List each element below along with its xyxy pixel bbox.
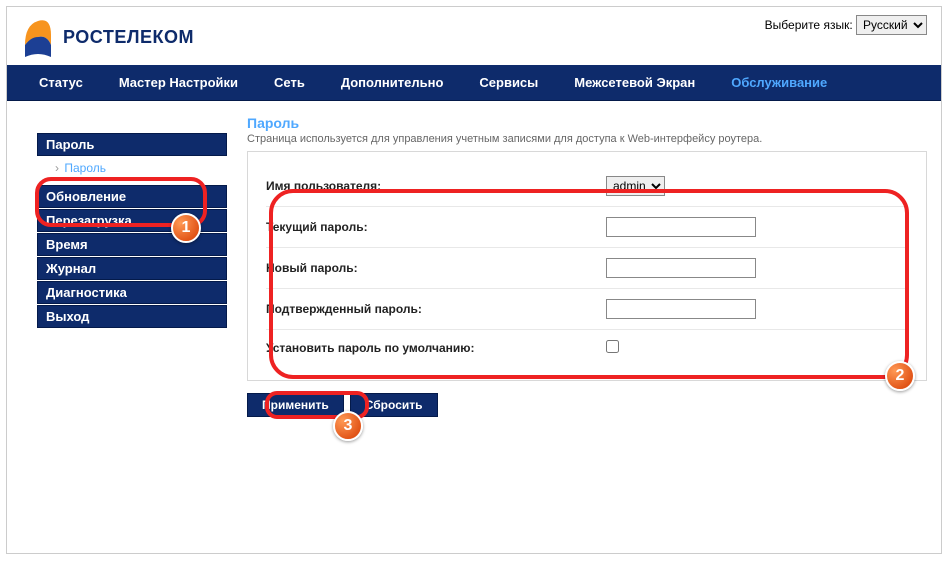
nav-firewall[interactable]: Межсетевой Экран — [556, 65, 713, 100]
nav-services[interactable]: Сервисы — [461, 65, 556, 100]
confirm-password-label: Подтвержденный пароль: — [266, 302, 606, 316]
sidebar-item-time[interactable]: Время — [37, 233, 227, 256]
reset-button[interactable]: Сбросить — [350, 393, 438, 417]
page-title: Пароль — [247, 115, 927, 131]
apply-button[interactable]: Применить — [247, 393, 344, 417]
default-password-label: Установить пароль по умолчанию: — [266, 341, 606, 355]
confirm-password-input[interactable] — [606, 299, 756, 319]
nav-maintenance[interactable]: Обслуживание — [713, 65, 845, 100]
sidebar-item-update[interactable]: Обновление — [37, 185, 227, 208]
new-password-input[interactable] — [606, 258, 756, 278]
nav-advanced[interactable]: Дополнительно — [323, 65, 462, 100]
sidebar-item-log[interactable]: Журнал — [37, 257, 227, 280]
sidebar: Пароль Пароль Обновление Перезагрузка Вр… — [7, 115, 227, 417]
brand-name: РОСТЕЛЕКОМ — [63, 27, 194, 48]
username-label: Имя пользователя: — [266, 179, 606, 193]
nav-status[interactable]: Статус — [21, 65, 101, 100]
page-description: Страница используется для управления уче… — [247, 133, 927, 145]
language-label: Выберите язык: — [765, 18, 853, 32]
new-password-label: Новый пароль: — [266, 261, 606, 275]
sidebar-item-exit[interactable]: Выход — [37, 305, 227, 328]
brand-icon — [21, 15, 55, 59]
brand-logo: РОСТЕЛЕКОМ — [21, 15, 194, 59]
nav-wizard[interactable]: Мастер Настройки — [101, 65, 256, 100]
annotation-badge-1: 1 — [171, 213, 201, 243]
main-nav: Статус Мастер Настройки Сеть Дополнитель… — [7, 65, 941, 101]
sidebar-sub-password[interactable]: Пароль — [37, 157, 227, 185]
default-password-checkbox[interactable] — [606, 340, 619, 353]
annotation-badge-3: 3 — [333, 411, 363, 441]
password-form: Имя пользователя: admin Текущий пароль: … — [247, 151, 927, 381]
language-picker: Выберите язык: Русский — [765, 15, 927, 35]
sidebar-item-password[interactable]: Пароль — [37, 133, 227, 156]
nav-network[interactable]: Сеть — [256, 65, 323, 100]
sidebar-item-diag[interactable]: Диагностика — [37, 281, 227, 304]
current-password-input[interactable] — [606, 217, 756, 237]
language-select[interactable]: Русский — [856, 15, 927, 35]
current-password-label: Текущий пароль: — [266, 220, 606, 234]
username-select[interactable]: admin — [606, 176, 665, 196]
annotation-badge-2: 2 — [885, 361, 915, 391]
